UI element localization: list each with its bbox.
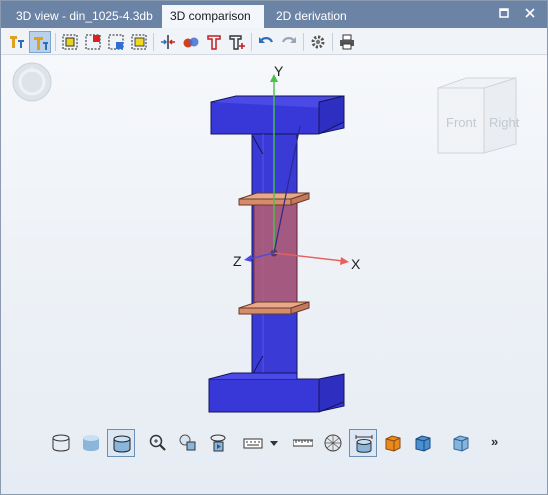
mesh-sphere-icon[interactable]: [319, 429, 347, 457]
tab-3d-view[interactable]: 3D view - din_1025-4.3db: [8, 5, 161, 28]
keyboard-icon[interactable]: [239, 429, 267, 457]
view-cube-front-label: Front: [446, 115, 477, 130]
maximize-icon[interactable]: [496, 7, 512, 23]
zoom-icon[interactable]: [144, 429, 172, 457]
color-compare-icon[interactable]: [180, 31, 202, 53]
select-yellow-icon[interactable]: [128, 31, 150, 53]
tab-3d-comparison[interactable]: 3D comparison: [162, 5, 264, 28]
profile-t-plus-icon[interactable]: [226, 31, 248, 53]
rotate-icon[interactable]: [204, 429, 232, 457]
y-axis-label: Y: [274, 63, 284, 79]
x-axis-label: X: [351, 256, 361, 272]
zoom-fit-icon[interactable]: [174, 429, 202, 457]
view-cube-right-label: Right: [489, 115, 520, 130]
blue-cube-icon[interactable]: [409, 429, 437, 457]
z-axis-label: Z: [233, 253, 242, 269]
i-beam-model[interactable]: [208, 95, 345, 413]
rotation-handle-icon[interactable]: [12, 62, 52, 102]
bottom-toolbar: »: [41, 429, 511, 459]
tab-bar: 3D view - din_1025-4.3db 3D comparison 2…: [1, 1, 547, 28]
select-all-icon[interactable]: [59, 31, 81, 53]
redo-icon[interactable]: [278, 31, 300, 53]
measure-ruler-icon[interactable]: [289, 429, 317, 457]
undo-icon[interactable]: [255, 31, 277, 53]
close-icon[interactable]: [522, 7, 538, 23]
3d-viewport[interactable]: Front Right Y X Z »: [1, 56, 547, 494]
transparent-cube-icon[interactable]: [447, 429, 475, 457]
top-toolbar: [1, 28, 547, 55]
profile-t-icon[interactable]: [203, 31, 225, 53]
view-cube[interactable]: Front Right: [437, 77, 520, 154]
more-tools-button[interactable]: »: [491, 434, 498, 449]
comparison-window: 3D view - din_1025-4.3db 3D comparison 2…: [0, 0, 548, 495]
dropdown-arrow-icon[interactable]: [267, 429, 281, 457]
wireframe-cylinder-icon[interactable]: [47, 429, 75, 457]
print-icon[interactable]: [336, 31, 358, 53]
select-red-icon[interactable]: [82, 31, 104, 53]
shaded-edges-cylinder-icon[interactable]: [107, 429, 135, 457]
filter-tool-active-icon[interactable]: [29, 31, 51, 53]
section-measure-icon[interactable]: [349, 429, 377, 457]
select-blue-icon[interactable]: [105, 31, 127, 53]
tab-2d-derivation[interactable]: 2D derivation: [268, 5, 355, 28]
split-view-icon[interactable]: [157, 31, 179, 53]
shaded-cylinder-icon[interactable]: [77, 429, 105, 457]
settings-gear-icon[interactable]: [307, 31, 329, 53]
filter-tool-icon[interactable]: [6, 31, 28, 53]
orange-cube-icon[interactable]: [379, 429, 407, 457]
